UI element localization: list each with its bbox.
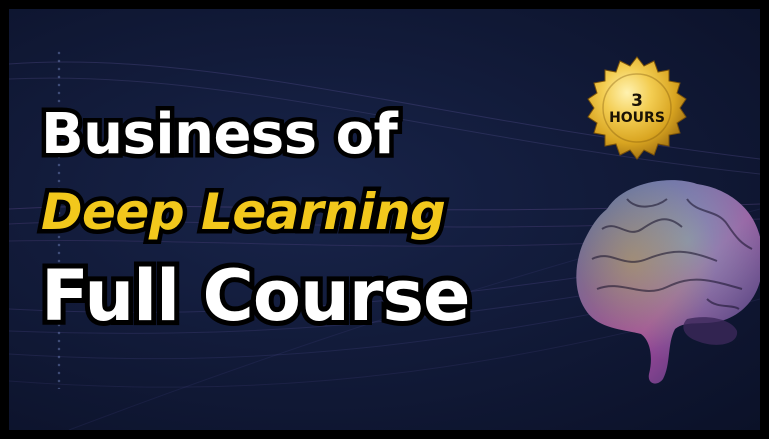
headline-line-1: Business of	[36, 102, 402, 167]
duration-badge: 3 HOURS	[582, 54, 692, 164]
badge-number: 3	[631, 90, 643, 111]
headline-line-2: Deep Learning	[36, 183, 450, 242]
thumbnail-canvas: Business of Deep Learning Full Course 3	[9, 9, 760, 430]
brain-icon	[576, 180, 760, 384]
badge-unit: HOURS	[609, 109, 665, 126]
thumbnail-frame: Business of Deep Learning Full Course 3	[0, 0, 769, 439]
headline-line-3: Full Course	[36, 255, 475, 337]
